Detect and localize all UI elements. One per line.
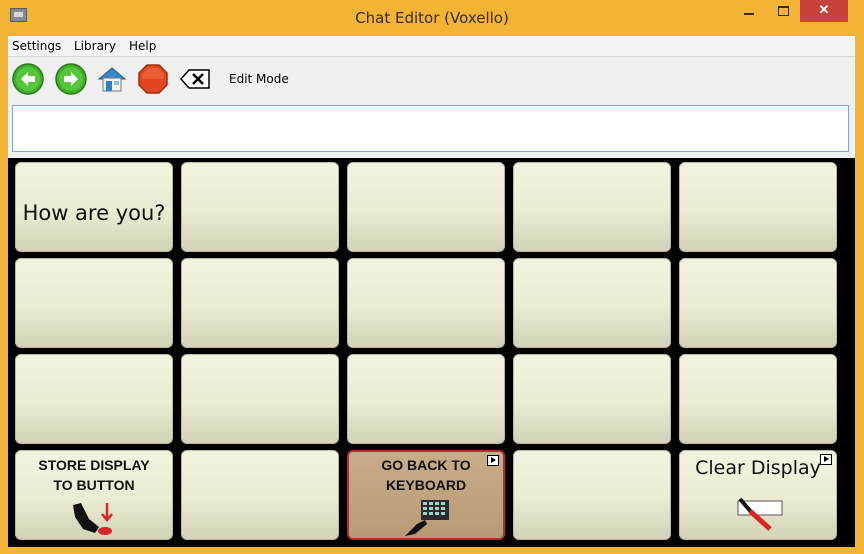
grid-button[interactable] [679, 162, 837, 252]
home-icon[interactable] [96, 63, 128, 95]
backspace-x-icon[interactable] [179, 63, 211, 95]
edit-mode-label[interactable]: Edit Mode [229, 72, 289, 86]
title-bar[interactable]: Chat Editor (Voxello) [0, 0, 864, 36]
store-display-line1: STORE DISPLAY [38, 457, 150, 473]
go-back-line1: GO BACK TO [381, 457, 471, 473]
client-area: Settings Library Help Edit Mode How are … [8, 36, 855, 547]
button-grid: How are you? STORE DISPLAY TO BUTTON GO … [8, 158, 855, 547]
grid-button[interactable] [181, 162, 339, 252]
grid-button[interactable] [347, 162, 505, 252]
go-back-to-keyboard-button[interactable]: GO BACK TO KEYBOARD [347, 450, 505, 540]
grid-button-how-are-you[interactable]: How are you? [15, 162, 173, 252]
grid-button[interactable] [181, 354, 339, 444]
menu-help[interactable]: Help [129, 39, 156, 53]
grid-button[interactable] [513, 354, 671, 444]
grid-button[interactable] [513, 450, 671, 540]
store-display-label: STORE DISPLAY TO BUTTON [16, 455, 172, 495]
squeegee-icon [737, 497, 783, 531]
grid-button[interactable] [181, 258, 339, 348]
close-button[interactable] [800, 0, 848, 22]
store-display-button[interactable]: STORE DISPLAY TO BUTTON [15, 450, 173, 540]
menu-settings[interactable]: Settings [12, 39, 61, 53]
button-label: How are you? [22, 201, 166, 225]
stop-icon[interactable] [137, 63, 169, 95]
display-area [8, 102, 855, 158]
grid-button[interactable] [679, 354, 837, 444]
go-back-label: GO BACK TO KEYBOARD [349, 455, 503, 495]
message-display[interactable] [12, 105, 849, 152]
grid-button[interactable] [347, 258, 505, 348]
grid-button[interactable] [181, 450, 339, 540]
app-window: Chat Editor (Voxello) Settings Library H… [0, 0, 864, 554]
store-display-line2: TO BUTTON [53, 477, 135, 493]
grid-button[interactable] [513, 258, 671, 348]
forward-arrow-icon[interactable] [55, 63, 87, 95]
menu-library[interactable]: Library [74, 39, 116, 53]
maximize-button[interactable] [768, 0, 798, 22]
clear-display-button[interactable]: Clear Display [679, 450, 837, 540]
go-back-line2: KEYBOARD [385, 477, 467, 493]
keyboard-hand-icon [405, 500, 449, 536]
clear-display-label: Clear Display [695, 457, 821, 479]
menu-bar: Settings Library Help [8, 36, 855, 57]
grid-button[interactable] [347, 354, 505, 444]
grid-button[interactable] [513, 162, 671, 252]
minimize-button[interactable] [734, 0, 764, 22]
grid-button[interactable] [15, 258, 173, 348]
grid-button[interactable] [15, 354, 173, 444]
hand-press-icon [73, 503, 113, 535]
back-arrow-icon[interactable] [12, 63, 44, 95]
toolbar: Edit Mode [8, 57, 855, 102]
grid-button[interactable] [679, 258, 837, 348]
